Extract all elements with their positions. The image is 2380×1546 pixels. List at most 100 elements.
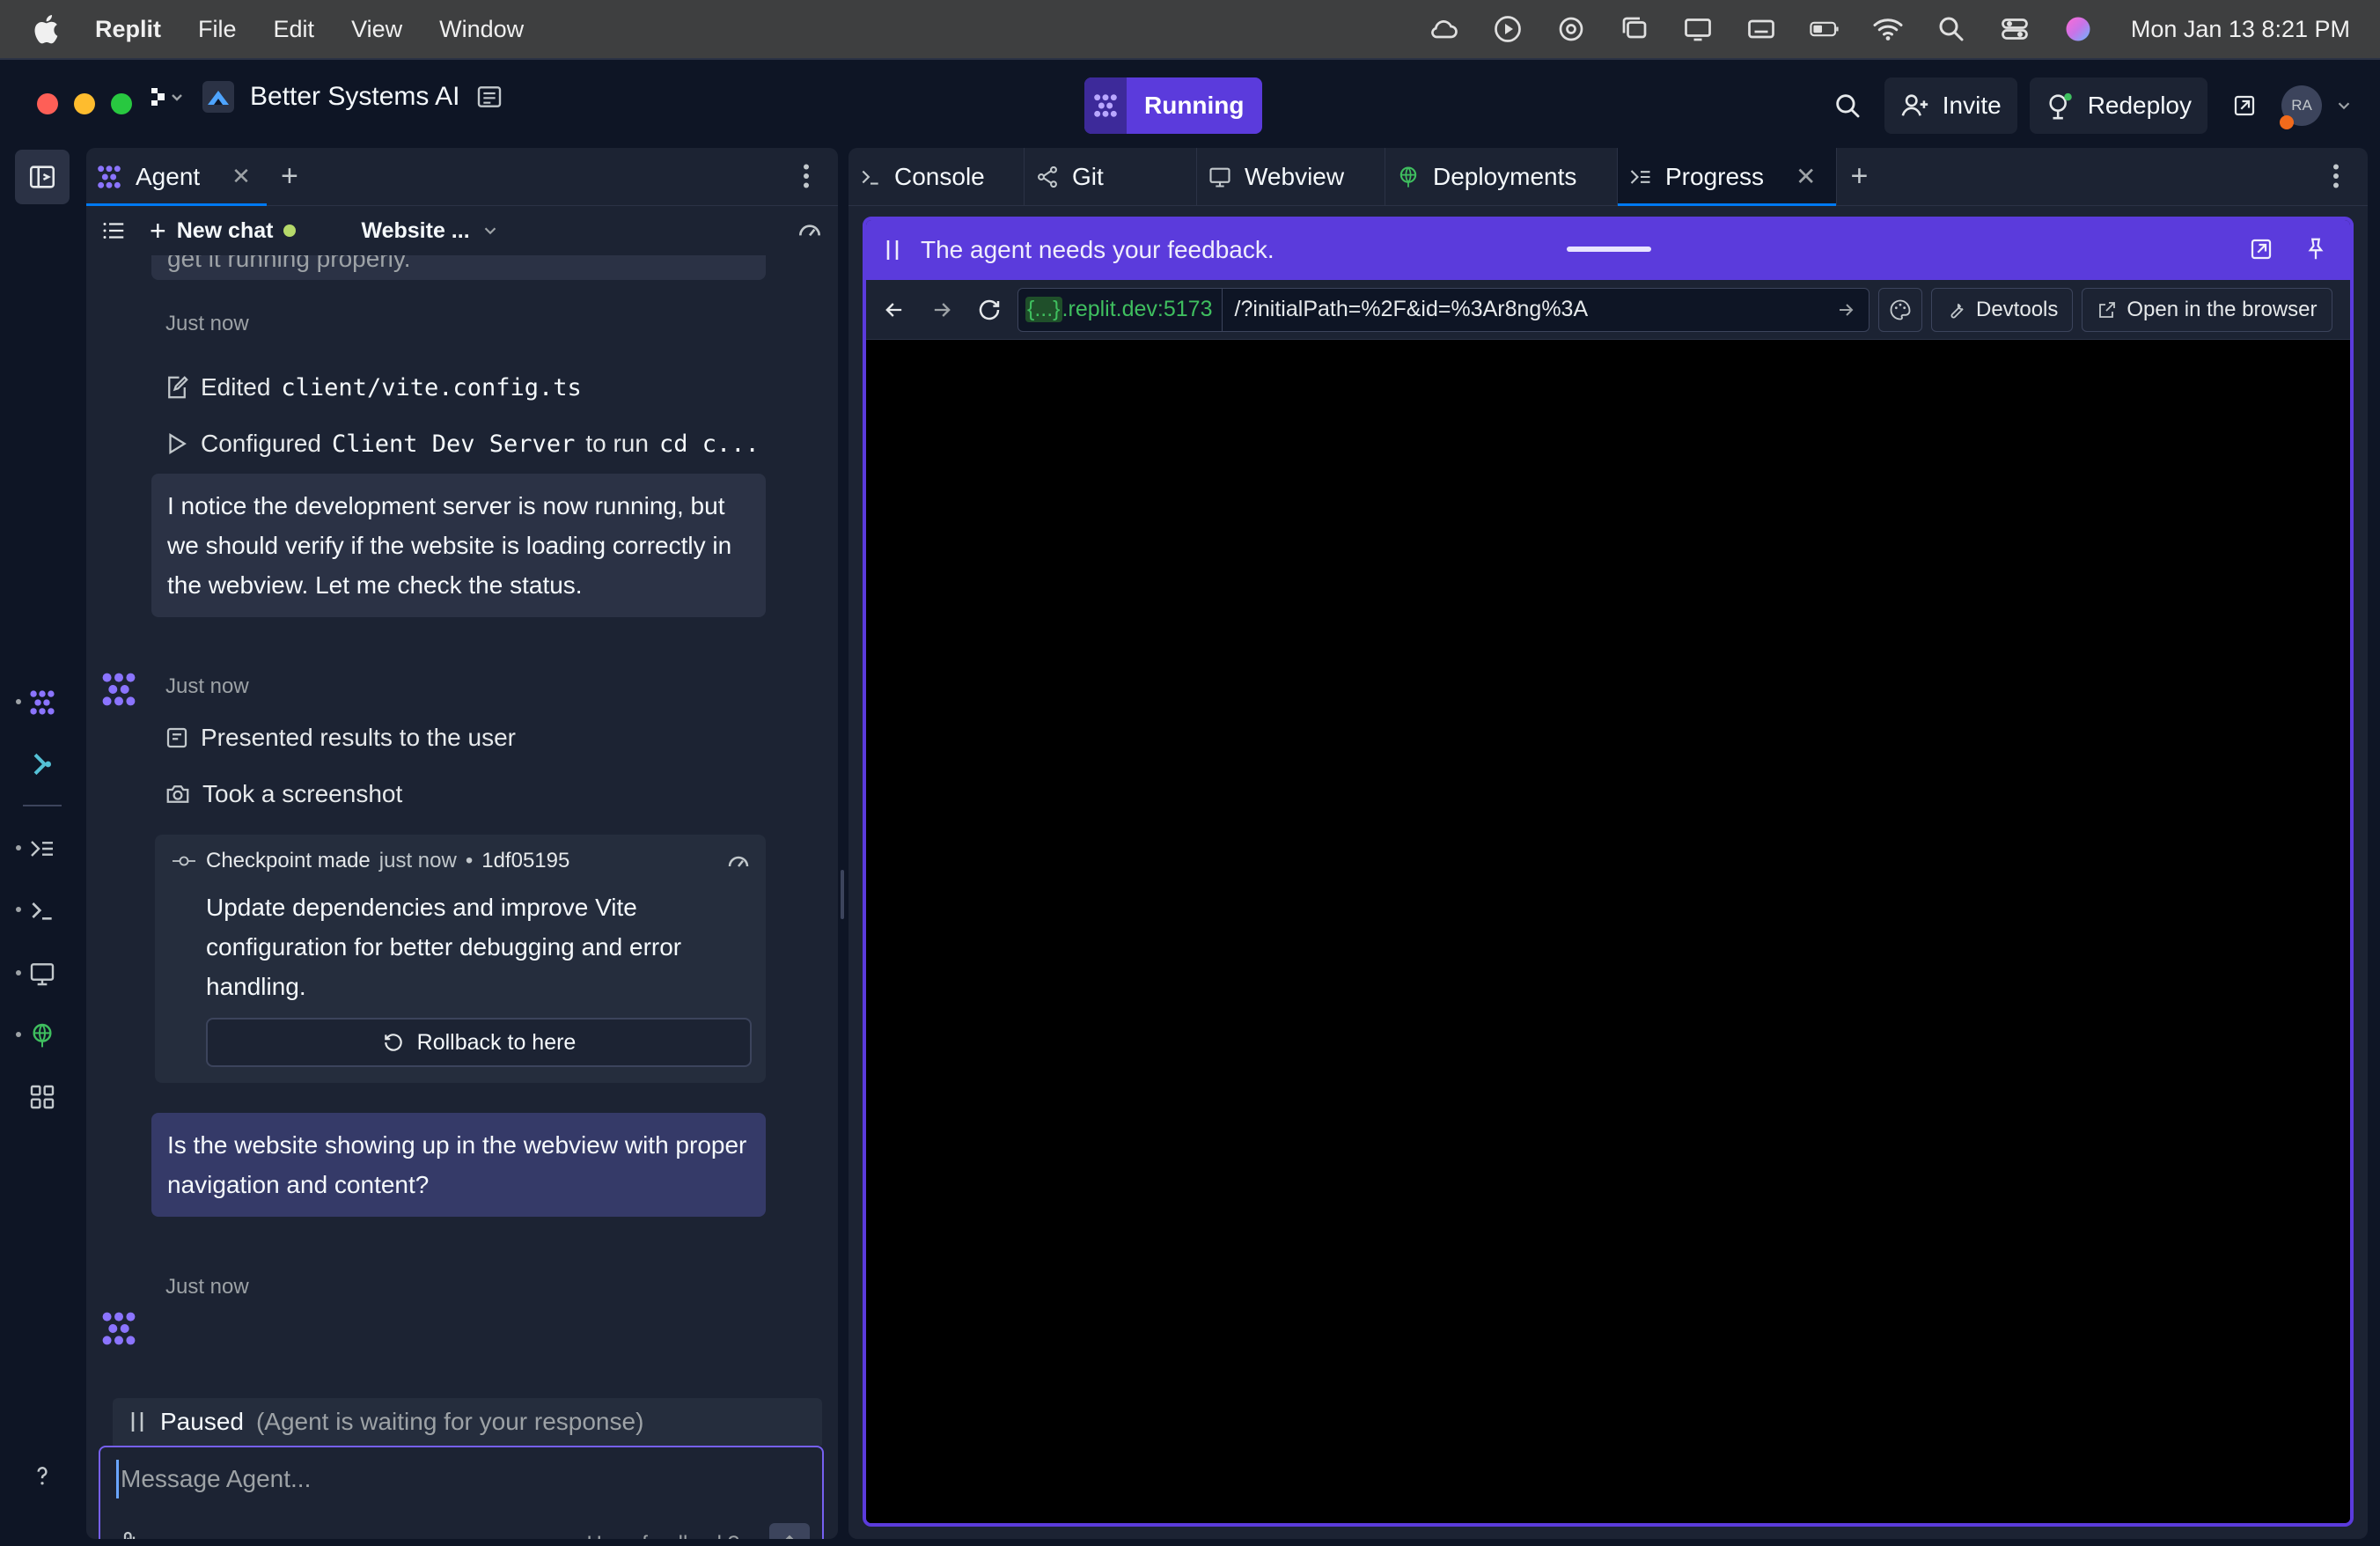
back-button[interactable]	[875, 291, 914, 329]
user-avatar[interactable]: RA	[2280, 85, 2322, 129]
message-agent-input[interactable]	[116, 1460, 803, 1498]
popout-icon[interactable]	[2248, 236, 2274, 262]
agent-message-text: I notice the development server is now r…	[167, 492, 732, 599]
edited-file-name: client/vite.config.ts	[281, 373, 582, 401]
control-center-icon[interactable]	[1999, 13, 2031, 45]
rail-progress-button[interactable]	[23, 829, 62, 868]
edited-file-action[interactable]: Edited client/vite.config.ts	[164, 373, 582, 401]
zoom-window-button[interactable]	[111, 93, 132, 114]
traffic-lights	[37, 93, 132, 114]
chevron-down-icon[interactable]	[2334, 96, 2354, 115]
menu-edit[interactable]: Edit	[274, 16, 315, 43]
tab-agent[interactable]: Agent ✕	[86, 148, 267, 206]
url-go-icon[interactable]	[1835, 299, 1856, 320]
palette-icon	[1890, 299, 1911, 320]
tool-rail	[0, 144, 84, 1546]
menu-app-name[interactable]: Replit	[95, 16, 161, 43]
keyboard-icon[interactable]	[1745, 13, 1777, 45]
external-link-icon	[2234, 95, 2255, 116]
feedback-link[interactable]: Have feedback?	[587, 1532, 739, 1539]
screenshot-action[interactable]: Took a screenshot	[164, 780, 402, 808]
search-button[interactable]	[1823, 77, 1872, 134]
avatar-status-badge	[2280, 115, 2294, 129]
windows-stack-icon[interactable]	[1619, 13, 1650, 45]
screenshot-label: Took a screenshot	[202, 780, 403, 807]
project-name[interactable]: Better Systems AI	[250, 82, 459, 112]
menu-file[interactable]: File	[198, 16, 237, 43]
play-circle-icon[interactable]	[1492, 13, 1524, 45]
replit-logo-icon[interactable]	[148, 83, 187, 111]
add-tab-button[interactable]: +	[267, 159, 312, 194]
rail-agent-button[interactable]	[23, 683, 62, 722]
theme-toggle-button[interactable]	[1878, 287, 1922, 332]
terminal-icon	[32, 902, 52, 920]
close-tab-icon[interactable]: ✕	[231, 163, 251, 190]
presented-results-action[interactable]: Presented results to the user	[164, 724, 516, 752]
project-info-icon[interactable]	[475, 83, 503, 111]
more-options-icon[interactable]	[790, 160, 822, 192]
webview-content[interactable]	[866, 340, 2350, 1523]
minimize-window-button[interactable]	[74, 93, 95, 114]
tab-progress[interactable]: Progress ✕	[1618, 148, 1837, 206]
terminal-icon	[862, 170, 878, 185]
checkpoint-hash[interactable]: 1df05195	[481, 849, 569, 873]
deploy-popout-button[interactable]	[2220, 77, 2269, 134]
rail-help-button[interactable]	[23, 1456, 62, 1495]
rail-all-tools-button[interactable]	[23, 1078, 62, 1116]
file-tree-toggle-button[interactable]	[15, 150, 70, 204]
more-options-icon[interactable]	[2320, 160, 2352, 192]
chat-list-icon[interactable]	[100, 217, 127, 244]
configured-workflow-action[interactable]: Configured Client Dev Server to run cd c…	[164, 430, 760, 458]
invite-button[interactable]: Invite	[1884, 77, 2017, 134]
pin-icon[interactable]	[2303, 236, 2329, 262]
forward-button[interactable]	[922, 291, 961, 329]
message-composer: Have feedback?	[99, 1446, 824, 1539]
devtools-button[interactable]: Devtools	[1931, 287, 2074, 332]
chat-messages: get it running properly. Just now Edited…	[86, 255, 838, 1382]
pane-resize-handle[interactable]	[841, 870, 844, 919]
display-icon[interactable]	[1682, 13, 1714, 45]
redeploy-button[interactable]: Redeploy	[2029, 77, 2207, 134]
close-tab-icon[interactable]: ✕	[1796, 162, 1816, 191]
url-path[interactable]: /?initialPath=%2F&id=%3Ar8ng%3A	[1223, 297, 1589, 322]
reload-button[interactable]	[970, 291, 1009, 329]
url-field[interactable]: {...} .replit.dev:5173 /?initialPath=%2F&…	[1017, 287, 1869, 332]
wifi-icon[interactable]	[1872, 13, 1904, 45]
tab-git[interactable]: Git	[1025, 148, 1197, 206]
spotlight-search-icon[interactable]	[1936, 13, 1967, 45]
checkpoint-time: just now	[378, 849, 457, 872]
agent-message: I notice the development server is now r…	[151, 474, 766, 617]
rail-assistant-button[interactable]	[23, 745, 62, 784]
usage-gauge-icon[interactable]	[725, 849, 752, 875]
rollback-button[interactable]: Rollback to here	[206, 1018, 752, 1067]
chat-title-dropdown[interactable]: Website ...	[361, 218, 499, 244]
attach-icon[interactable]	[116, 1528, 143, 1539]
add-tab-button[interactable]: +	[1837, 159, 1883, 194]
rail-webview-button[interactable]	[23, 954, 62, 993]
usage-gauge-icon[interactable]	[796, 217, 824, 245]
rail-deployments-button[interactable]	[23, 1016, 62, 1055]
tab-deployments[interactable]: Deployments	[1385, 148, 1618, 206]
agent-question: Is the website showing up in the webview…	[151, 1113, 766, 1217]
drag-handle[interactable]	[1567, 247, 1651, 252]
menu-view[interactable]: View	[351, 16, 402, 43]
paused-label: Paused	[160, 1408, 244, 1435]
tab-console[interactable]: Console	[848, 148, 1025, 206]
send-button[interactable]	[769, 1523, 810, 1539]
battery-icon[interactable]	[1809, 13, 1840, 45]
open-in-browser-button[interactable]: Open in the browser	[2082, 287, 2332, 332]
new-chat-button[interactable]: + New chat	[150, 214, 297, 247]
openai-icon[interactable]	[1555, 13, 1587, 45]
rail-console-button[interactable]	[23, 891, 62, 930]
close-window-button[interactable]	[37, 93, 58, 114]
menubar-clock[interactable]: Mon Jan 13 8:21 PM	[2131, 16, 2350, 43]
tab-progress-label: Progress	[1665, 162, 1765, 190]
apple-logo-icon[interactable]	[30, 11, 65, 47]
run-status-button[interactable]: Running	[1084, 77, 1262, 134]
wrench-icon	[1950, 303, 1964, 318]
cloud-status-icon[interactable]	[1429, 13, 1460, 45]
tab-webview[interactable]: Webview	[1197, 148, 1385, 206]
siri-icon[interactable]	[2062, 13, 2094, 45]
menu-window[interactable]: Window	[439, 16, 524, 43]
plus-icon: +	[150, 214, 166, 247]
